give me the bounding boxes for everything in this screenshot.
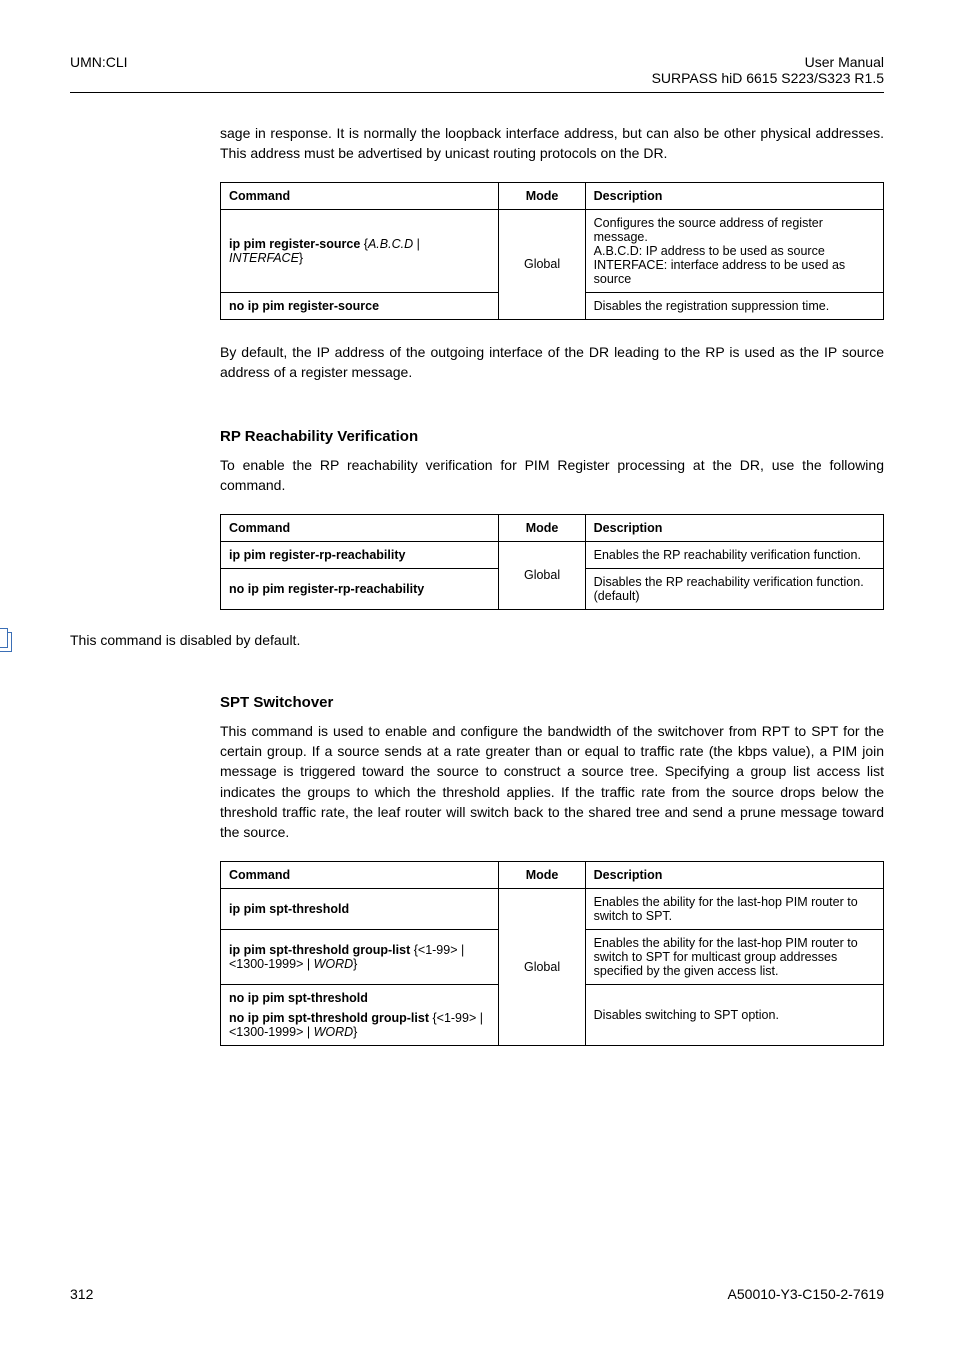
cmd-param: WORD (314, 1025, 354, 1039)
table-header-row: Command Mode Description (221, 861, 884, 888)
note-text: This command is disabled by default. (70, 632, 884, 648)
footer-page-number: 312 (70, 1286, 93, 1302)
cell-description: Disables switching to SPT option. (585, 984, 883, 1045)
table-register-source: Command Mode Description ip pim register… (220, 182, 884, 320)
cell-command: no ip pim register-rp-reachability (221, 568, 499, 609)
cell-command: ip pim register-source {A.B.C.D | INTERF… (221, 209, 499, 292)
cmd-param: WORD (314, 957, 354, 971)
desc-line: INTERFACE: interface address to be used … (594, 258, 875, 286)
cell-mode: Global (499, 209, 585, 319)
cmd-text: ip pim register-rp-reachability (229, 548, 405, 562)
table-rp-reachability: Command Mode Description ip pim register… (220, 514, 884, 610)
cmd-text: ip pim register-source (229, 237, 364, 251)
page-footer: 312 A50010-Y3-C150-2-7619 (70, 1286, 884, 1302)
cmd-brace: } (299, 251, 303, 265)
th-description: Description (585, 514, 883, 541)
cell-command: ip pim register-rp-reachability (221, 541, 499, 568)
table-row: ip pim register-rp-reachability Global E… (221, 541, 884, 568)
cmd-brace: } (353, 1025, 357, 1039)
cell-command: ip pim spt-threshold (221, 888, 499, 929)
cmd-sep: | (413, 237, 420, 251)
th-command: Command (221, 861, 499, 888)
table-row: ip pim register-source {A.B.C.D | INTERF… (221, 209, 884, 292)
paragraph: To enable the RP reachability verificati… (220, 455, 884, 496)
cell-description: Enables the RP reachability verification… (585, 541, 883, 568)
desc-line: Disables the RP reachability verificatio… (594, 575, 875, 589)
table-header-row: Command Mode Description (221, 514, 884, 541)
header-right-line2: SURPASS hiD 6615 S223/S323 R1.5 (652, 70, 884, 86)
cell-command: no ip pim spt-threshold no ip pim spt-th… (221, 984, 499, 1045)
cell-description: Disables the registration suppression ti… (585, 292, 883, 319)
cell-command: no ip pim register-source (221, 292, 499, 319)
footer-doc-id: A50010-Y3-C150-2-7619 (728, 1286, 884, 1302)
th-mode: Mode (499, 861, 585, 888)
content-area-2: SPT Switchover This command is used to e… (220, 694, 884, 1046)
table-header-row: Command Mode Description (221, 182, 884, 209)
note-icon-front: i (0, 628, 8, 648)
paragraph: This command is used to enable and confi… (220, 721, 884, 843)
header-left: UMN:CLI (70, 54, 128, 86)
note-block: i This command is disabled by default. (0, 632, 884, 648)
desc-line: A.B.C.D: IP address to be used as source (594, 244, 875, 258)
cmd-text: ip pim spt-threshold group-list (229, 943, 414, 957)
cmd-text: no ip pim register-rp-reachability (229, 582, 424, 596)
th-mode: Mode (499, 514, 585, 541)
note-icon: i (0, 628, 18, 658)
intro-paragraph: sage in response. It is normally the loo… (220, 123, 884, 164)
cell-description: Enables the ability for the last-hop PIM… (585, 929, 883, 984)
desc-line: Configures the source address of registe… (594, 216, 875, 244)
cmd-text: no ip pim spt-threshold group-list (229, 1011, 432, 1025)
table-spt-threshold: Command Mode Description ip pim spt-thre… (220, 861, 884, 1046)
th-command: Command (221, 514, 499, 541)
cmd-brace: } (353, 957, 357, 971)
header-right: User Manual SURPASS hiD 6615 S223/S323 R… (652, 54, 884, 86)
cell-mode: Global (499, 541, 585, 609)
th-mode: Mode (499, 182, 585, 209)
cell-description: Disables the RP reachability verificatio… (585, 568, 883, 609)
th-description: Description (585, 182, 883, 209)
page-header: UMN:CLI User Manual SURPASS hiD 6615 S22… (70, 54, 884, 86)
cell-description: Configures the source address of registe… (585, 209, 883, 292)
paragraph: By default, the IP address of the outgoi… (220, 342, 884, 383)
cmd-param: INTERFACE (229, 251, 299, 265)
content-area: sage in response. It is normally the loo… (220, 123, 884, 610)
header-right-line1: User Manual (652, 54, 884, 70)
cmd-param: A.B.C.D (368, 237, 413, 251)
cmd-text: no ip pim spt-threshold (229, 991, 368, 1005)
section-title-spt: SPT Switchover (220, 694, 884, 711)
cell-command: ip pim spt-threshold group-list {<1-99> … (221, 929, 499, 984)
desc-line: (default) (594, 589, 875, 603)
cmd-text: no ip pim register-source (229, 299, 379, 313)
cell-mode: Global (499, 888, 585, 1045)
header-rule (70, 92, 884, 93)
th-command: Command (221, 182, 499, 209)
cmd-text: ip pim spt-threshold (229, 902, 349, 916)
cell-description: Enables the ability for the last-hop PIM… (585, 888, 883, 929)
th-description: Description (585, 861, 883, 888)
section-title-rp: RP Reachability Verification (220, 428, 884, 445)
page: UMN:CLI User Manual SURPASS hiD 6615 S22… (0, 0, 954, 1350)
table-row: ip pim spt-threshold Global Enables the … (221, 888, 884, 929)
